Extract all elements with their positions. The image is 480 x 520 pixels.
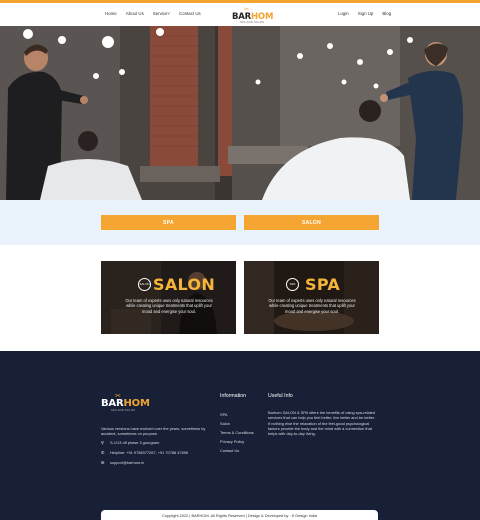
footer-email-link[interactable]: support@barhom.in xyxy=(110,460,144,465)
footer-helpline: ✆ Helpline: +91 9758377267, +91 70788 476… xyxy=(101,450,188,455)
nav-about-link[interactable]: About Us xyxy=(126,11,144,16)
nav-service-label: Service xyxy=(152,11,168,16)
nav-contact-link[interactable]: Contact Us xyxy=(179,11,201,16)
nav-service-link[interactable]: Service˅ xyxy=(153,11,170,16)
footer-link-contact[interactable]: Contact Us xyxy=(220,446,254,455)
footer-address: ⚲ S-1/13 dlf phase 3 gurugram xyxy=(101,440,159,445)
site-header: Home About Us Service˅ Contact Us ✂ BARH… xyxy=(0,3,480,26)
site-footer: ✂ BARHOM SPA AND SALON Various versions … xyxy=(0,351,480,520)
footer-logo-text-hom: HOM xyxy=(123,398,150,409)
footer-address-text: S-1/13 dlf phase 3 gurugram xyxy=(110,440,160,445)
footer-links: SPA Salon Terms & Conditions Privacy Pol… xyxy=(220,410,254,455)
mail-icon: ✉ xyxy=(101,460,105,465)
logo-subtitle: SPA AND SALON xyxy=(240,21,265,24)
chevron-down-icon: ˅ xyxy=(167,11,170,16)
salon-card[interactable]: SALON SALON Our team of experts uses onl… xyxy=(101,261,236,334)
main-nav: Home About Us Service˅ Contact Us xyxy=(105,11,201,16)
footer-logo-subtitle: SPA AND SALON xyxy=(111,409,136,412)
footer-email: ✉ support@barhom.in xyxy=(101,460,144,465)
footer-link-privacy[interactable]: Privacy Policy xyxy=(220,437,254,446)
map-pin-icon: ⚲ xyxy=(101,440,105,445)
blog-link[interactable]: Blog xyxy=(382,11,391,16)
hero-banner-image xyxy=(0,26,480,200)
spa-card-text: Our team of experts uses only natural re… xyxy=(268,298,356,314)
useful-info-heading: Useful Info xyxy=(268,393,293,399)
site-logo[interactable]: ✂ BARHOM SPA AND SALON xyxy=(232,7,273,26)
footer-helpline-text[interactable]: Helpline: +91 9758377267, +91 70788 4769… xyxy=(110,450,188,455)
footer-link-spa[interactable]: SPA xyxy=(220,410,254,419)
useful-info-text: Barhom SALON & SPA offers the benefits o… xyxy=(268,410,376,437)
copyright-bar: Copyright 2022 | BARHOM. All Rights Rese… xyxy=(101,510,378,520)
footer-about-text: Various versions have evolved over the y… xyxy=(101,426,206,437)
salon-category-button[interactable]: SALON xyxy=(244,215,379,230)
footer-logo-text: BARHOM xyxy=(101,398,150,409)
phone-icon: ✆ xyxy=(101,450,105,455)
spa-card[interactable]: SPA SPA Our team of experts uses only na… xyxy=(244,261,379,334)
footer-logo[interactable]: ✂ BARHOM SPA AND SALON xyxy=(101,393,153,415)
salon-card-title: SALON xyxy=(153,275,216,294)
signup-link[interactable]: Sign Up xyxy=(358,11,374,16)
footer-logo-text-bar: BAR xyxy=(101,398,124,409)
information-heading: Information xyxy=(220,393,246,399)
footer-link-salon[interactable]: Salon xyxy=(220,419,254,428)
spa-category-button[interactable]: SPA xyxy=(101,215,236,230)
spa-badge-icon: SPA xyxy=(286,278,299,291)
salon-badge-icon: SALON xyxy=(138,278,151,291)
login-link[interactable]: Login xyxy=(338,11,349,16)
account-nav: Login Sign Up Blog xyxy=(338,11,391,16)
footer-link-terms[interactable]: Terms & Conditions xyxy=(220,428,254,437)
spa-card-title: SPA xyxy=(305,275,341,294)
salon-card-text: Our team of experts uses only natural re… xyxy=(125,298,213,314)
nav-home-link[interactable]: Home xyxy=(105,11,117,16)
category-band xyxy=(0,200,480,245)
